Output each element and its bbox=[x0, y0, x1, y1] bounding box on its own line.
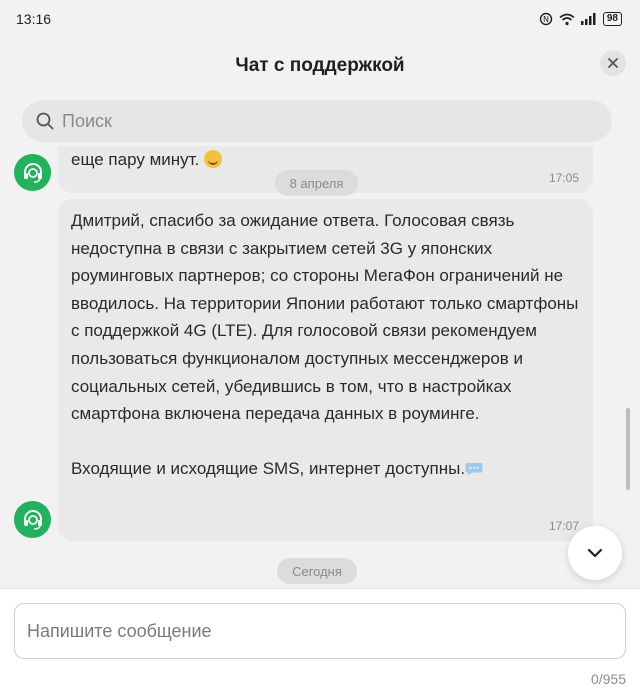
support-avatar bbox=[14, 501, 51, 538]
message-text: Дмитрий, спасибо за ожидание ответа. Гол… bbox=[71, 207, 586, 483]
battery-icon: 98 bbox=[602, 12, 622, 26]
header: Чат с поддержкой bbox=[0, 38, 640, 94]
speech-bubble-emoji-icon bbox=[465, 463, 483, 476]
message-time: 17:05 bbox=[548, 171, 579, 185]
message-bubble: Дмитрий, спасибо за ожидание ответа. Гол… bbox=[58, 199, 593, 541]
char-counter: 0/955 bbox=[590, 671, 626, 687]
close-button[interactable] bbox=[600, 50, 626, 76]
message-input[interactable] bbox=[27, 620, 607, 642]
message-text-content: еще пару минут. bbox=[71, 150, 200, 169]
message-paragraph-text: Входящие и исходящие SMS, интернет досту… bbox=[71, 459, 466, 479]
page-title: Чат с поддержкой bbox=[235, 55, 405, 76]
headset-icon bbox=[23, 162, 42, 183]
search-input[interactable] bbox=[62, 110, 582, 132]
date-separator: 8 апреля bbox=[275, 170, 358, 196]
message-paragraph: Входящие и исходящие SMS, интернет досту… bbox=[71, 455, 586, 483]
close-icon bbox=[608, 58, 618, 68]
message-time: 17:07 bbox=[548, 519, 579, 533]
message-paragraph: Дмитрий, спасибо за ожидание ответа. Гол… bbox=[71, 211, 579, 424]
message-box[interactable] bbox=[14, 603, 626, 659]
signal-icon bbox=[580, 13, 596, 25]
search-bar[interactable] bbox=[22, 100, 612, 142]
status-icons: N 98 bbox=[539, 12, 622, 26]
message-text: еще пару минут. bbox=[71, 146, 223, 174]
scroll-down-button[interactable] bbox=[568, 526, 622, 580]
headset-icon bbox=[23, 509, 42, 530]
date-separator: Сегодня bbox=[277, 558, 357, 584]
chat-scrollbar[interactable] bbox=[626, 408, 630, 490]
wifi-icon bbox=[559, 13, 575, 25]
status-bar: 13:16 N 98 bbox=[0, 0, 640, 38]
smiley-emoji-icon bbox=[204, 150, 223, 168]
support-avatar bbox=[14, 154, 51, 191]
chat-area[interactable]: еще пару минут. 17:05 8 апреля Дмитрий, … bbox=[0, 146, 640, 588]
status-time: 13:16 bbox=[16, 11, 52, 27]
svg-text:N: N bbox=[543, 15, 549, 24]
chat-screen: 13:16 N 98 Чат с поддержкой Поиск еще па… bbox=[0, 0, 640, 700]
chevron-down-icon bbox=[587, 548, 603, 558]
message-composer: 0/955 bbox=[0, 588, 640, 700]
search-icon bbox=[36, 112, 54, 130]
nfc-icon: N bbox=[539, 12, 553, 26]
